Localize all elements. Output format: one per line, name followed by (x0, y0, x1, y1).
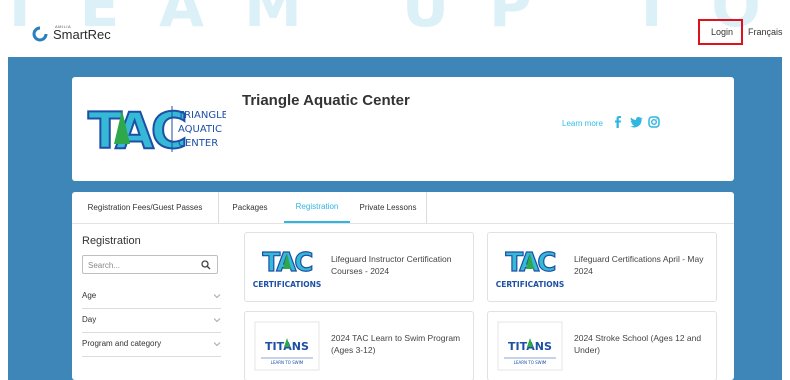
filter-label: Day (82, 315, 97, 324)
titans-learn-to-swim-logo-icon: TITANS LEARN TO SWIM (497, 321, 563, 371)
filter-age[interactable]: Age (82, 285, 221, 309)
facebook-icon[interactable] (611, 115, 625, 129)
svg-text:TAC: TAC (88, 102, 185, 160)
tab-registration[interactable]: Registration (284, 192, 350, 223)
search-input[interactable] (88, 259, 198, 271)
svg-text:LEARN TO SWIM: LEARN TO SWIM (514, 360, 547, 365)
filter-day[interactable]: Day (82, 309, 221, 333)
top-header: AMILIA SmartRec Login Français (0, 0, 790, 57)
learn-more-link[interactable]: Learn more (562, 119, 603, 128)
program-card[interactable]: TITANS LEARN TO SWIM 2024 Stroke School … (487, 311, 717, 380)
svg-text:CERTIFICATIONS: CERTIFICATIONS (253, 280, 321, 289)
tab-packages[interactable]: Packages (219, 192, 281, 223)
tac-certifications-logo-icon: TAC CERTIFICATIONS (253, 247, 321, 289)
search-box (82, 255, 218, 274)
tab-bar-rule (72, 223, 734, 224)
program-title: Lifeguard Instructor Certification Cours… (331, 254, 452, 276)
brand-name[interactable]: SmartRec (53, 27, 111, 42)
svg-text:LEARN TO SWIM: LEARN TO SWIM (271, 360, 304, 365)
tab-bar: Registration Fees/Guest Passes Packages … (72, 192, 734, 225)
filter-label: Age (82, 291, 97, 300)
organization-title: Triangle Aquatic Center (242, 92, 410, 109)
instagram-icon[interactable] (647, 115, 661, 129)
tab-private-lessons[interactable]: Private Lessons (350, 192, 426, 223)
filter-program-category[interactable]: Program and category (82, 333, 221, 357)
organization-header-card: TAC TRIANGLE AQUATIC CENTER Triangle Aqu… (72, 77, 734, 181)
svg-text:AQUATIC: AQUATIC (178, 124, 222, 135)
search-icon[interactable] (201, 260, 211, 270)
titans-learn-to-swim-logo-icon: TITANS LEARN TO SWIM (254, 321, 320, 371)
tac-logo-icon: TAC TRIANGLE AQUATIC CENTER (87, 101, 226, 161)
tab-registration-fees[interactable]: Registration Fees/Guest Passes (72, 192, 218, 223)
program-card[interactable]: TAC CERTIFICATIONS Lifeguard Instructor … (244, 232, 474, 302)
smartrec-logo-icon (32, 26, 48, 42)
svg-text:CERTIFICATIONS: CERTIFICATIONS (496, 280, 564, 289)
filter-label: Program and category (82, 339, 162, 348)
program-card[interactable]: TAC CERTIFICATIONS Lifeguard Certificati… (487, 232, 717, 302)
chevron-down-icon (213, 342, 221, 347)
chevron-down-icon (213, 318, 221, 323)
program-title: 2024 TAC Learn to Swim Program (Ages 3-1… (331, 333, 461, 355)
program-card[interactable]: TITANS LEARN TO SWIM 2024 TAC Learn to S… (244, 311, 474, 380)
tac-certifications-logo-icon: TAC CERTIFICATIONS (496, 247, 564, 289)
twitter-icon[interactable] (629, 115, 643, 129)
tab-divider (426, 192, 427, 223)
svg-text:TRIANGLE: TRIANGLE (177, 110, 226, 121)
program-title: Lifeguard Certifications April - May 202… (574, 254, 704, 276)
language-link[interactable]: Français (748, 27, 783, 37)
svg-text:CENTER: CENTER (178, 138, 218, 149)
sidebar-title: Registration (82, 235, 141, 247)
program-title: 2024 Stroke School (Ages 12 and Under) (574, 333, 702, 355)
catalog-panel: Registration Fees/Guest Passes Packages … (72, 192, 734, 380)
chevron-down-icon (213, 294, 221, 299)
login-link[interactable]: Login (711, 27, 733, 37)
